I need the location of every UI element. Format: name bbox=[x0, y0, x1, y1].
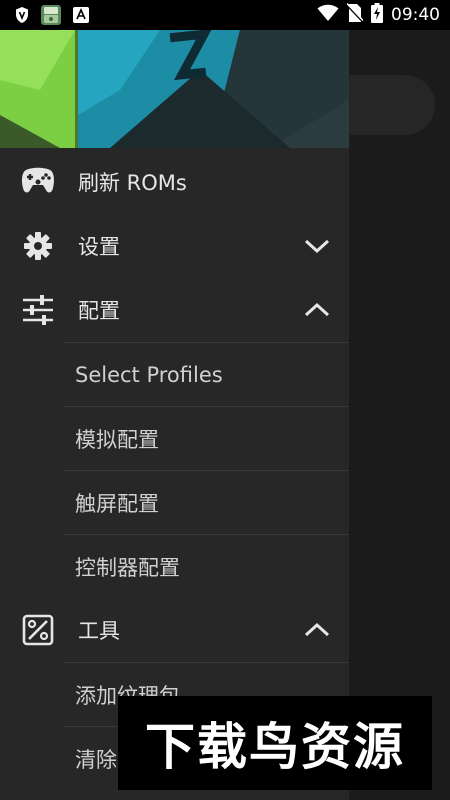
status-time: 09:40 bbox=[391, 5, 440, 25]
drawer-header bbox=[0, 30, 349, 148]
submenu-item-label: 控制器配置 bbox=[75, 555, 180, 580]
menu-item-label: 刷新 ROMs bbox=[78, 171, 187, 195]
watermark: 下载鸟资源 bbox=[118, 696, 432, 790]
navigation-drawer: 刷新 ROMs 设置 配置 Select Profiles 模拟配置 触屏配置 … bbox=[0, 30, 349, 800]
submenu-item-label: 触屏配置 bbox=[75, 491, 159, 516]
submenu-item-controller-profile[interactable]: 控制器配置 bbox=[64, 534, 349, 598]
shield-icon bbox=[14, 6, 30, 24]
menu-item-profiles[interactable]: 配置 bbox=[0, 278, 349, 342]
battery-charging-icon bbox=[371, 3, 383, 27]
submenu-item-label: 清除 bbox=[75, 747, 117, 772]
chevron-down-icon[interactable] bbox=[302, 231, 332, 261]
status-bar: 09:40 bbox=[0, 0, 450, 30]
submenu-item-touchscreen-profile[interactable]: 触屏配置 bbox=[64, 470, 349, 534]
system-icons: 09:40 bbox=[317, 0, 440, 30]
menu-item-label: 配置 bbox=[78, 299, 120, 323]
menu-item-settings[interactable]: 设置 bbox=[0, 214, 349, 278]
notification-icons bbox=[0, 4, 90, 26]
submenu-item-label: 模拟配置 bbox=[75, 427, 159, 452]
drawer-menu: 刷新 ROMs 设置 配置 Select Profiles 模拟配置 触屏配置 … bbox=[0, 150, 349, 790]
no-sim-icon bbox=[346, 2, 364, 27]
sd-card-icon bbox=[40, 4, 62, 26]
gamepad-icon bbox=[20, 164, 56, 200]
sliders-icon bbox=[20, 292, 56, 328]
wifi-icon bbox=[317, 4, 339, 26]
menu-item-label: 设置 bbox=[78, 235, 120, 259]
menu-item-refresh-roms[interactable]: 刷新 ROMs bbox=[0, 150, 349, 214]
chevron-up-icon[interactable] bbox=[302, 295, 332, 325]
menu-item-tools[interactable]: 工具 bbox=[0, 598, 349, 662]
app-store-icon bbox=[72, 6, 90, 24]
tools-icon bbox=[20, 612, 56, 648]
watermark-text: 下载鸟资源 bbox=[145, 718, 405, 776]
menu-item-label: 工具 bbox=[78, 619, 120, 643]
gear-icon bbox=[20, 228, 56, 264]
header-artwork bbox=[0, 30, 349, 148]
chevron-up-icon[interactable] bbox=[302, 615, 332, 645]
submenu-item-label: Select Profiles bbox=[75, 362, 223, 387]
screen: 09:40 刷新 ROMs 设置 配置 Select Profiles 模拟配置… bbox=[0, 0, 450, 800]
submenu-item-emulation-profile[interactable]: 模拟配置 bbox=[64, 406, 349, 470]
submenu-item-select-profiles[interactable]: Select Profiles bbox=[64, 342, 349, 406]
